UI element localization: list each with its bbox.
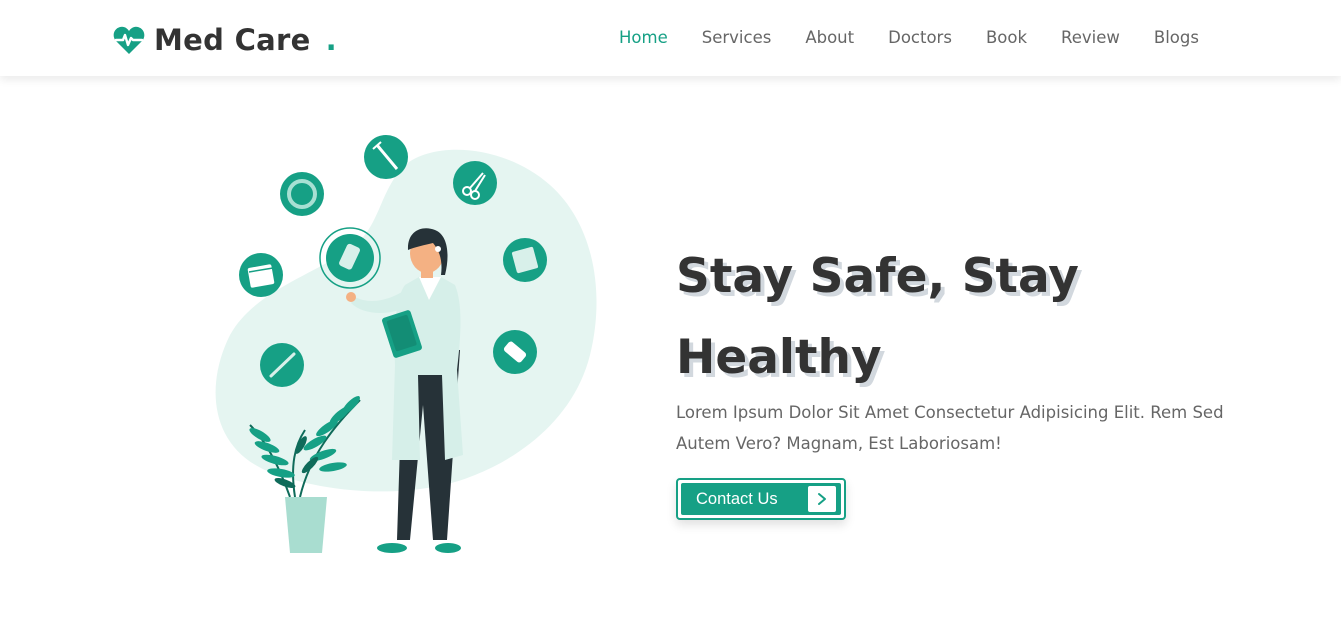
doctor-illustration [215, 135, 597, 553]
scissors-icon [453, 161, 497, 205]
ring-icon [280, 172, 324, 216]
nav-link-home[interactable]: Home [619, 28, 668, 47]
main-nav: Home Services About Doctors Book Review … [619, 28, 1233, 47]
syringe-icon [364, 135, 408, 179]
nav-link-review[interactable]: Review [1061, 28, 1120, 47]
nav-link-doctors[interactable]: Doctors [888, 28, 952, 47]
site-header: Med Care . Home Services About Doctors B… [0, 0, 1341, 76]
package-icon [503, 238, 547, 282]
nav-link-book[interactable]: Book [986, 28, 1027, 47]
contact-button-label: Contact Us [696, 489, 778, 508]
nav-link-services[interactable]: Services [702, 28, 772, 47]
brand-logo[interactable]: Med Care . [113, 20, 337, 60]
hero-description: Lorem Ipsum Dolor Sit Amet Consectetur A… [676, 403, 1224, 453]
calendar-icon [239, 253, 283, 297]
nav-link-about[interactable]: About [805, 28, 854, 47]
brand-name: Med Care [154, 23, 311, 57]
brand-dot: . [325, 23, 337, 57]
pill-icon [319, 227, 381, 289]
capsule-pack-icon [493, 330, 537, 374]
heart-pulse-icon [113, 26, 145, 54]
chevron-right-icon [808, 486, 836, 512]
contact-us-button[interactable]: Contact Us [676, 478, 846, 520]
contact-button-inner: Contact Us [681, 483, 841, 515]
thermometer-icon [260, 343, 304, 387]
hero-title: Stay Safe, Stay Healthy [676, 249, 1079, 385]
nav-link-blogs[interactable]: Blogs [1154, 28, 1199, 47]
